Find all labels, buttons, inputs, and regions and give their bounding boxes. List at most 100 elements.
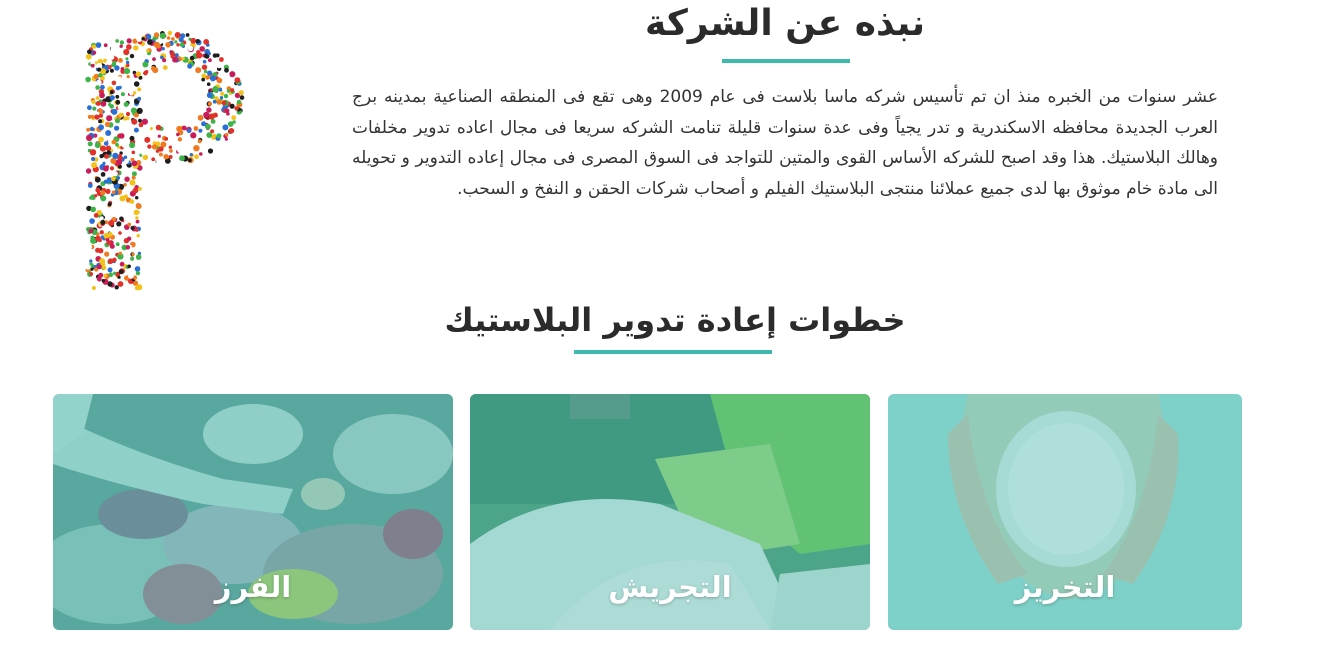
logo-pellet [212, 99, 217, 104]
logo-pellet [129, 59, 133, 63]
logo-pellet [153, 41, 160, 48]
logo-pellet [90, 206, 96, 213]
logo-pellet [89, 218, 95, 224]
logo-pellet [86, 134, 93, 141]
logo-pellet [234, 106, 239, 111]
logo-pellet [133, 81, 140, 87]
logo-pellet [201, 121, 207, 127]
logo-pellet [131, 160, 138, 167]
logo-pellet [157, 134, 161, 138]
logo-pellet [227, 121, 234, 127]
logo-pellet [111, 80, 117, 86]
logo-pellet [125, 60, 130, 65]
logo-pellet [171, 37, 175, 41]
logo-pellet [119, 44, 123, 48]
step-card-shredding[interactable]: التجريش [470, 394, 870, 630]
logo-pellet [106, 115, 113, 122]
logo-pellet [206, 107, 212, 113]
logo-pellet [213, 112, 218, 118]
logo-pellet [115, 99, 121, 105]
logo-pellet [179, 42, 185, 47]
logo-pellet [176, 132, 180, 137]
logo-pellet [216, 62, 223, 69]
logo-pellet [99, 258, 106, 265]
logo-pellet [87, 49, 92, 55]
logo-pellet [96, 264, 102, 270]
logo-pellet [129, 53, 135, 59]
logo-pellet [104, 251, 110, 257]
logo-pellet [95, 85, 100, 90]
step-card-sorting[interactable]: الفرز [53, 394, 453, 630]
logo-pellet [105, 145, 112, 152]
logo-pellet [99, 216, 104, 221]
logo-pellet [229, 71, 236, 78]
logo-pellet [201, 77, 206, 82]
logo-pellet [115, 242, 120, 247]
logo-pellet [95, 101, 101, 106]
logo-pellet [126, 63, 130, 68]
logo-pellet [111, 108, 118, 115]
logo-pellet [207, 51, 211, 56]
logo-pellet [228, 128, 235, 134]
logo-pellet [126, 38, 132, 44]
logo-pellet [135, 216, 139, 220]
logo-pellet [91, 44, 97, 49]
logo-pellet [88, 228, 94, 234]
logo-pellet [100, 172, 106, 177]
logo-pellet [118, 231, 122, 235]
logo-pellet [133, 127, 139, 133]
logo-pellet [85, 53, 92, 60]
logo-pellet [126, 236, 132, 241]
logo-pellet [206, 82, 211, 86]
about-text: عشر سنوات من الخبره منذ ان تم تأسيس شركه… [352, 87, 1218, 199]
logo-pellet [168, 145, 172, 149]
logo-pellet [124, 159, 129, 164]
logo-pellet [117, 105, 121, 109]
logo-pellet [144, 70, 149, 74]
page: نبذه عن الشركة عشر سنوات من الخبره منذ ا… [0, 0, 1332, 649]
logo-pellet [201, 73, 207, 79]
about-title: نبذه عن الشركة [645, 3, 925, 44]
logo-pellet [197, 139, 202, 144]
logo-pellet [112, 171, 118, 177]
logo-pellet [125, 116, 130, 121]
logo-pellet [190, 37, 197, 44]
logo-pellet [91, 99, 96, 104]
logo-pellet [115, 94, 120, 99]
logo-pellet [119, 40, 125, 45]
logo-pellet [130, 107, 137, 114]
logo-pellet [135, 71, 142, 77]
logo-pellet [187, 63, 193, 69]
logo-pellet [100, 84, 105, 90]
logo-pellet [193, 126, 199, 131]
company-logo[interactable] [78, 18, 248, 303]
logo-pellet [221, 100, 227, 106]
logo-pellet [155, 149, 160, 153]
logo-pellet [120, 92, 125, 97]
logo-pellet [103, 43, 108, 48]
logo-pellet [144, 136, 151, 143]
logo-pellet [159, 32, 166, 39]
logo-pellet [185, 33, 190, 37]
logo-pellet [121, 142, 127, 148]
logo-pellet [158, 152, 163, 157]
logo-pellet [176, 125, 183, 132]
logo-pellet [89, 272, 94, 276]
logo-pellet [106, 110, 112, 116]
logo-pellet [100, 219, 106, 225]
logo-pellet [109, 166, 115, 171]
logo-pellet [131, 171, 137, 177]
logo-pellet [115, 39, 119, 43]
logo-pellet [134, 285, 139, 291]
logo-pellet [127, 273, 134, 279]
step-card-pelletizing[interactable]: التخريز [888, 394, 1242, 630]
logo-pellet [88, 245, 93, 249]
logo-pellet [100, 190, 106, 196]
logo-pellet [138, 187, 142, 191]
logo-pellet [123, 68, 131, 75]
logo-pellet [199, 46, 205, 52]
logo-pellet [230, 88, 235, 93]
logo-pellet [116, 176, 121, 180]
logo-pellet [130, 226, 135, 230]
logo-pellet [123, 49, 130, 56]
